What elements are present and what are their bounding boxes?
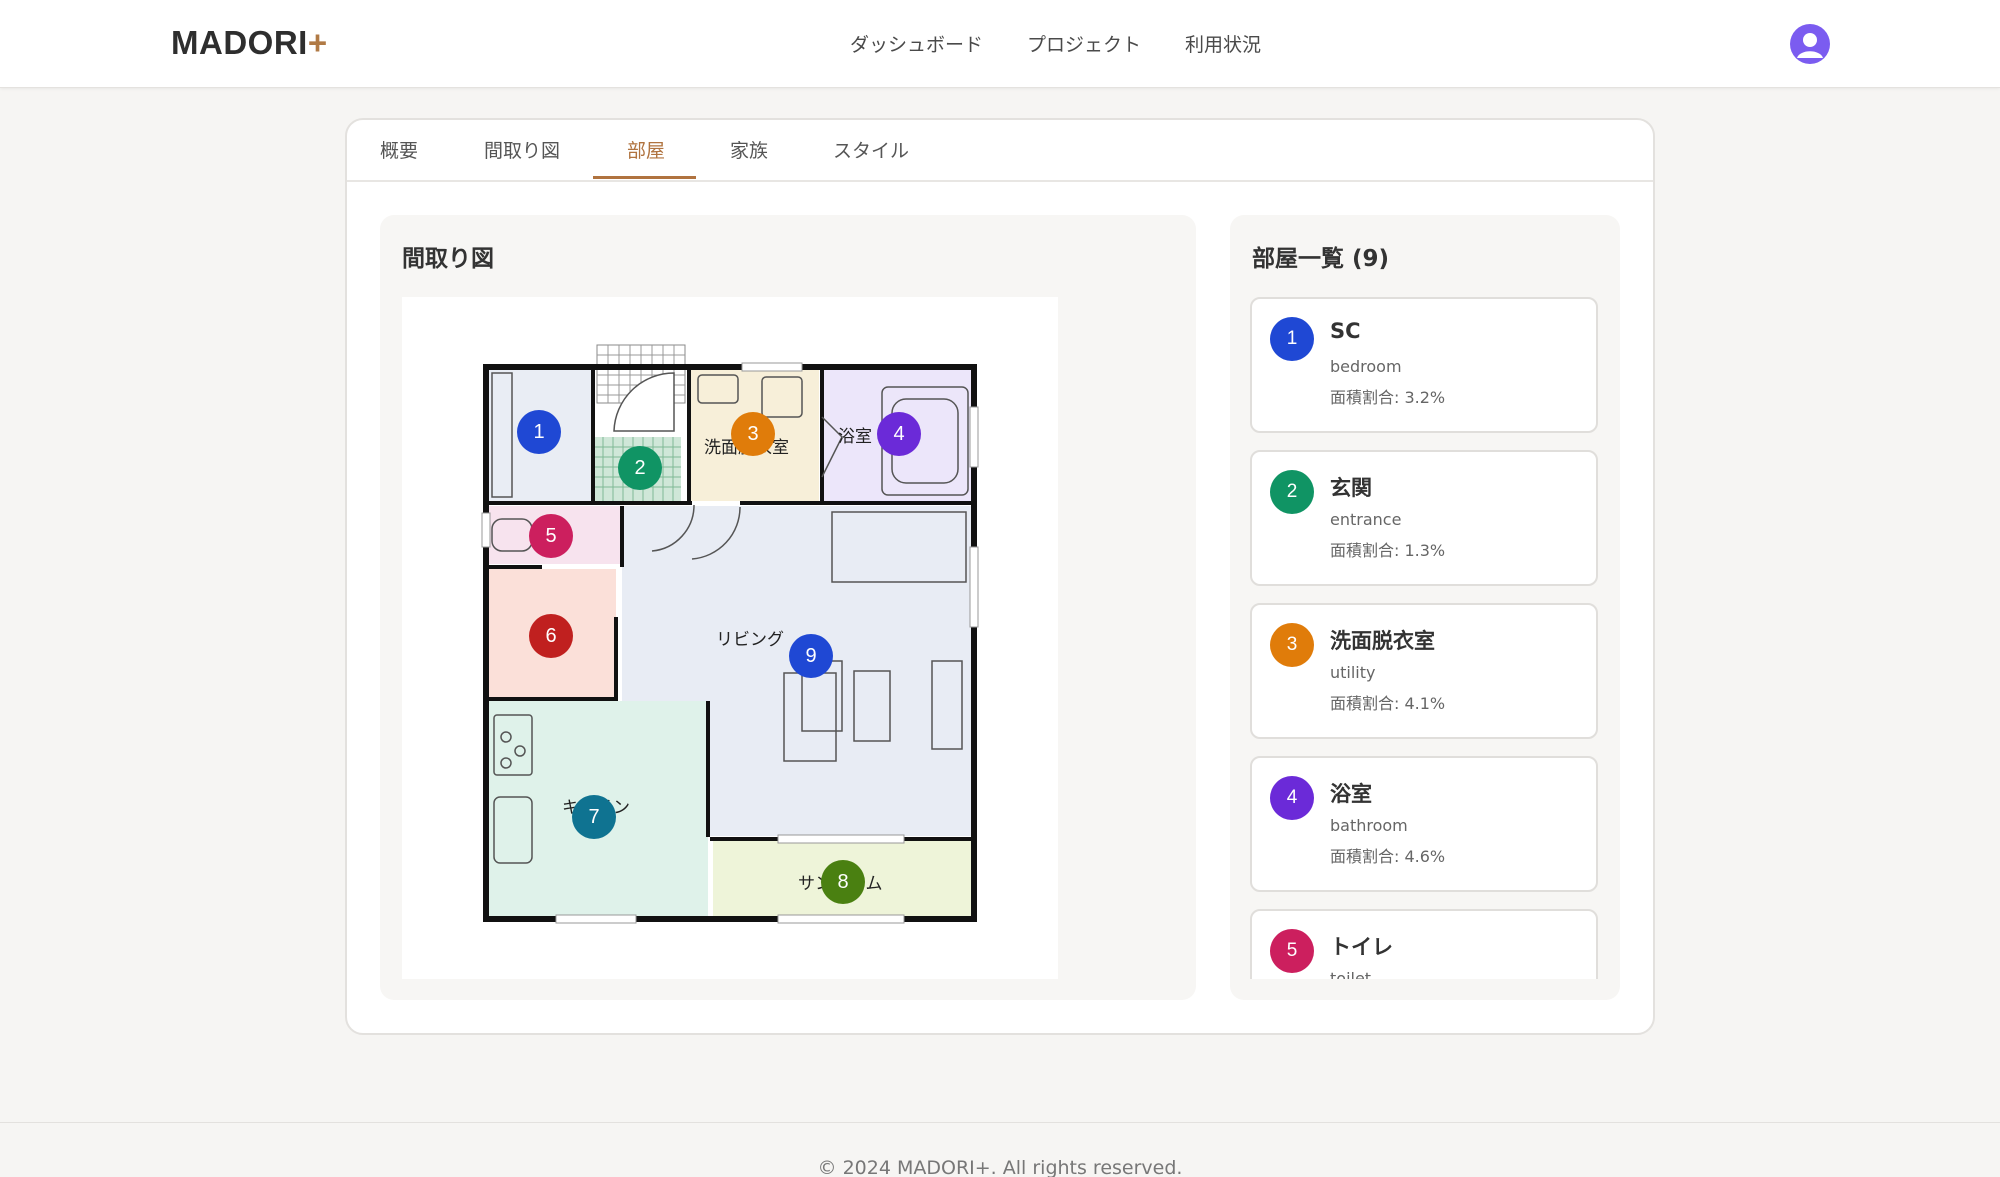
label-living: リビング bbox=[716, 630, 784, 650]
tab-style[interactable]: スタイル bbox=[833, 136, 909, 163]
room-number-badge: 2 bbox=[1270, 470, 1314, 514]
label-bath: 浴室 bbox=[838, 427, 872, 447]
room-area-ratio: 面積割合: 4.6% bbox=[1330, 847, 1446, 866]
nav-projects[interactable]: プロジェクト bbox=[1027, 30, 1141, 57]
top-bar: MADORI+ ダッシュボード プロジェクト 利用状況 bbox=[0, 0, 2000, 88]
room-type: utility bbox=[1330, 663, 1376, 682]
svg-text:4: 4 bbox=[893, 423, 904, 445]
floorplan-title: 間取り図 bbox=[402, 246, 494, 272]
room-card-5[interactable]: 5 トイレ toilet bbox=[1250, 909, 1598, 979]
room-marker-2[interactable]: 2 bbox=[618, 446, 662, 490]
room-name: 浴室 bbox=[1330, 782, 1372, 806]
tab-floorplan[interactable]: 間取り図 bbox=[484, 136, 560, 163]
svg-text:2: 2 bbox=[634, 457, 645, 479]
room-area-ratio: 面積割合: 3.2% bbox=[1330, 388, 1446, 407]
room-number-badge: 1 bbox=[1270, 317, 1314, 361]
room-type: entrance bbox=[1330, 510, 1402, 529]
tab-rooms[interactable]: 部屋 bbox=[627, 136, 665, 163]
room-list[interactable]: 1 SC bedroom 面積割合: 3.2% 2 玄関 entrance 面積… bbox=[1250, 297, 1600, 979]
room-number-badge: 3 bbox=[1270, 623, 1314, 667]
nav-dashboard[interactable]: ダッシュボード bbox=[850, 30, 983, 57]
room-list-panel: 部屋一覧 (9) 1 SC bedroom 面積割合: 3.2% 2 玄関 en… bbox=[1230, 215, 1620, 1000]
room-marker-7[interactable]: 7 bbox=[572, 795, 616, 839]
room-name: 玄関 bbox=[1330, 476, 1372, 500]
svg-text:3: 3 bbox=[747, 423, 758, 445]
room-number-badge: 5 bbox=[1270, 929, 1314, 973]
room-type: bathroom bbox=[1330, 816, 1408, 835]
page-footer: © 2024 MADORI+. All rights reserved. bbox=[0, 1122, 2000, 1177]
svg-text:6: 6 bbox=[545, 625, 556, 647]
room-card-3[interactable]: 3 洗面脱衣室 utility 面積割合: 4.1% bbox=[1250, 603, 1598, 739]
room-name: トイレ bbox=[1330, 935, 1393, 959]
floorplan-drawing: 洗面脱衣室 浴室 リビング キッチン サンルーム 1 2 3 4 5 6 7 8… bbox=[481, 344, 979, 924]
room-marker-3[interactable]: 3 bbox=[731, 412, 775, 456]
room-area-ratio: 面積割合: 1.3% bbox=[1330, 541, 1446, 560]
floorplan-panel: 間取り図 浴室 リビング 1 2 3 4 5 6 7 8 9 bbox=[380, 215, 1196, 1000]
logo-plus: + bbox=[307, 24, 328, 61]
room-type: bedroom bbox=[1330, 357, 1402, 376]
room-marker-4[interactable]: 4 bbox=[877, 412, 921, 456]
room-list-title: 部屋一覧 (9) bbox=[1252, 246, 1390, 272]
room-marker-6[interactable]: 6 bbox=[529, 614, 573, 658]
app-logo[interactable]: MADORI+ bbox=[171, 24, 328, 62]
room-marker-8[interactable]: 8 bbox=[821, 860, 865, 904]
svg-text:9: 9 bbox=[805, 645, 816, 667]
room-name: 洗面脱衣室 bbox=[1330, 629, 1435, 653]
active-tab-indicator bbox=[593, 176, 696, 179]
svg-text:7: 7 bbox=[588, 806, 599, 828]
svg-text:5: 5 bbox=[545, 525, 556, 547]
room-marker-1[interactable]: 1 bbox=[517, 410, 561, 454]
logo-text: MADORI bbox=[171, 24, 308, 61]
room-card-4[interactable]: 4 浴室 bathroom 面積割合: 4.6% bbox=[1250, 756, 1598, 892]
room-marker-9[interactable]: 9 bbox=[789, 634, 833, 678]
svg-text:1: 1 bbox=[533, 421, 544, 443]
tab-overview[interactable]: 概要 bbox=[380, 136, 418, 163]
room-area-ratio: 面積割合: 4.1% bbox=[1330, 694, 1446, 713]
room-marker-5[interactable]: 5 bbox=[529, 514, 573, 558]
nav-usage[interactable]: 利用状況 bbox=[1185, 30, 1261, 57]
user-avatar[interactable] bbox=[1790, 24, 1830, 64]
user-icon bbox=[1797, 33, 1823, 58]
room-card-2[interactable]: 2 玄関 entrance 面積割合: 1.3% bbox=[1250, 450, 1598, 586]
room-type: toilet bbox=[1330, 969, 1372, 979]
floorplan-canvas[interactable]: 洗面脱衣室 浴室 リビング キッチン サンルーム 1 2 3 4 5 6 7 8… bbox=[402, 297, 1058, 979]
tab-bar: 概要 間取り図 部屋 家族 スタイル bbox=[347, 120, 1653, 182]
room-card-1[interactable]: 1 SC bedroom 面積割合: 3.2% bbox=[1250, 297, 1598, 433]
tab-family[interactable]: 家族 bbox=[730, 136, 768, 163]
room-name: SC bbox=[1330, 319, 1361, 343]
main-nav: ダッシュボード プロジェクト 利用状況 bbox=[850, 30, 1261, 57]
svg-text:8: 8 bbox=[837, 871, 848, 893]
copyright-text: © 2024 MADORI+. All rights reserved. bbox=[817, 1157, 1183, 1177]
project-card: 概要 間取り図 部屋 家族 スタイル 間取り図 浴室 リビング 1 2 3 4 … bbox=[345, 118, 1655, 1035]
room-number-badge: 4 bbox=[1270, 776, 1314, 820]
